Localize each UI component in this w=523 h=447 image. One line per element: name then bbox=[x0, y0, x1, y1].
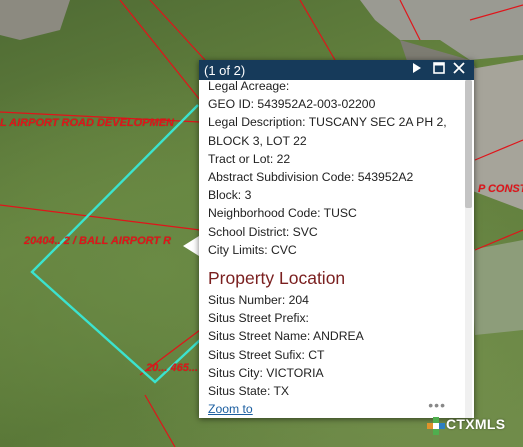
section-heading: Property Location bbox=[208, 268, 346, 289]
field-situs-state: Situs State: TX bbox=[208, 384, 290, 399]
field-situs-city: Situs City: VICTORIA bbox=[208, 365, 324, 380]
parcel-label: 20404.. 2 / BALL AIRPORT R bbox=[24, 235, 172, 247]
field-block: Block: 3 bbox=[208, 188, 252, 203]
field-school-district: School District: SVC bbox=[208, 224, 318, 239]
close-icon[interactable] bbox=[451, 61, 467, 79]
house-roof bbox=[360, 0, 523, 60]
yard-right bbox=[470, 240, 523, 335]
field-legal-description: Legal Description: TUSCANY SEC 2A PH 2, … bbox=[208, 115, 447, 148]
field-situs-number: Situs Number: 204 bbox=[208, 293, 309, 308]
ellipsis-icon[interactable]: ••• bbox=[428, 397, 446, 413]
popup-body[interactable]: Legal Acreage: GEO ID: 543952A2-003-0220… bbox=[199, 80, 463, 418]
watermark-brand: CTXMLS bbox=[446, 416, 506, 432]
field-situs-street-suffix: Situs Street Sufix: CT bbox=[208, 347, 325, 362]
building-top-left bbox=[0, 0, 70, 40]
parcel-label: 20... 465... bbox=[146, 362, 198, 374]
field-tract-or-lot: Tract or Lot: 22 bbox=[208, 151, 291, 166]
play-icon[interactable] bbox=[409, 61, 425, 79]
popup-title: (1 of 2) bbox=[204, 63, 246, 78]
mls-logo-icon bbox=[427, 417, 445, 435]
popup-content: Legal Acreage: GEO ID: 543952A2-003-0220… bbox=[208, 80, 460, 418]
field-situs-street-prefix: Situs Street Prefix: bbox=[208, 311, 309, 326]
field-legal-acreage: Legal Acreage: bbox=[208, 80, 290, 93]
feature-popup: (1 of 2) Legal Acreage: GEO ID: 543952A2… bbox=[199, 60, 474, 418]
watermark-logo: CTXMLS bbox=[426, 416, 505, 436]
field-situs-street-name: Situs Street Name: ANDREA bbox=[208, 329, 364, 344]
popup-scrollbar[interactable] bbox=[465, 80, 472, 418]
popup-pointer bbox=[183, 236, 199, 256]
scrollbar-thumb[interactable] bbox=[465, 80, 472, 208]
maximize-icon[interactable] bbox=[431, 61, 447, 79]
road-label: L AIRPORT ROAD DEVELOPMEN bbox=[0, 117, 174, 129]
zoom-to-link[interactable]: Zoom to bbox=[208, 402, 253, 416]
parcel-label: P CONST bbox=[478, 183, 523, 195]
popup-header: (1 of 2) bbox=[199, 60, 474, 80]
field-neighborhood-code: Neighborhood Code: TUSC bbox=[208, 206, 357, 221]
field-city-limits: City Limits: CVC bbox=[208, 242, 297, 257]
field-geo-id: GEO ID: 543952A2-003-02200 bbox=[208, 97, 376, 112]
field-abstract-subdivision: Abstract Subdivision Code: 543952A2 bbox=[208, 170, 414, 185]
